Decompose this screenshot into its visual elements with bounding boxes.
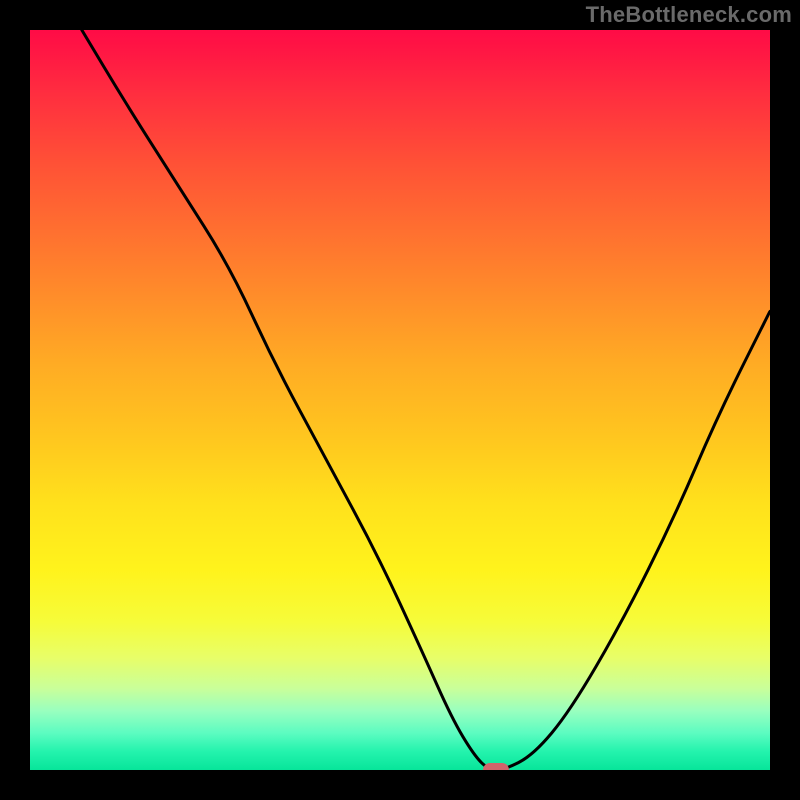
chart-frame: TheBottleneck.com [0, 0, 800, 800]
optimal-marker [483, 763, 509, 770]
bottleneck-curve [30, 30, 770, 770]
watermark-text: TheBottleneck.com [586, 2, 792, 28]
plot-area [30, 30, 770, 770]
